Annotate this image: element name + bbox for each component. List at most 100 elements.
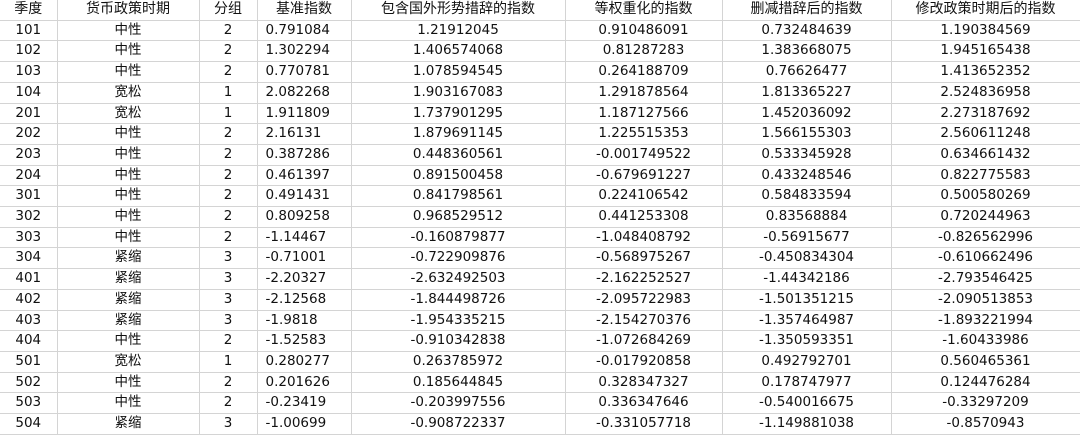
- modified-period-index-cell[interactable]: -2.090513853: [891, 289, 1080, 311]
- equal-weight-index-cell[interactable]: -0.331057718: [565, 413, 723, 435]
- header-cell[interactable]: 分组: [199, 0, 258, 21]
- base-index-cell[interactable]: 0.461397: [257, 165, 352, 187]
- trimmed-wording-index-cell[interactable]: -1.44342186: [722, 268, 892, 290]
- base-index-cell[interactable]: 1.302294: [257, 40, 352, 63]
- quarter-cell[interactable]: 304: [0, 247, 58, 270]
- foreign-wording-index-cell[interactable]: 0.841798561: [351, 185, 566, 208]
- policy-period-cell[interactable]: 紧缩: [57, 247, 200, 270]
- foreign-wording-index-cell[interactable]: 0.448360561: [351, 144, 566, 166]
- policy-period-cell[interactable]: 中性: [57, 392, 200, 415]
- trimmed-wording-index-cell[interactable]: 0.83568884: [722, 206, 892, 228]
- modified-period-index-cell[interactable]: 1.190384569: [891, 20, 1080, 42]
- trimmed-wording-index-cell[interactable]: -0.540016675: [722, 392, 892, 415]
- foreign-wording-index-cell[interactable]: 1.903167083: [351, 82, 566, 104]
- quarter-cell[interactable]: 402: [0, 289, 58, 311]
- base-index-cell[interactable]: 0.791084: [257, 20, 352, 42]
- foreign-wording-index-cell[interactable]: 1.21912045: [351, 20, 566, 42]
- policy-period-cell[interactable]: 中性: [57, 165, 200, 187]
- trimmed-wording-index-cell[interactable]: -1.149881038: [722, 413, 892, 435]
- quarter-cell[interactable]: 501: [0, 351, 58, 373]
- base-index-cell[interactable]: 0.770781: [257, 61, 352, 83]
- equal-weight-index-cell[interactable]: -0.017920858: [565, 351, 723, 373]
- modified-period-index-cell[interactable]: -2.793546425: [891, 268, 1080, 290]
- foreign-wording-index-cell[interactable]: -2.632492503: [351, 268, 566, 290]
- policy-period-cell[interactable]: 中性: [57, 227, 200, 249]
- base-index-cell[interactable]: 1.911809: [257, 103, 352, 125]
- modified-period-index-cell[interactable]: -1.893221994: [891, 310, 1080, 332]
- policy-period-cell[interactable]: 宽松: [57, 82, 200, 104]
- group-cell[interactable]: 1: [199, 103, 258, 125]
- foreign-wording-index-cell[interactable]: 1.078594545: [351, 61, 566, 83]
- equal-weight-index-cell[interactable]: -0.679691227: [565, 165, 723, 187]
- quarter-cell[interactable]: 502: [0, 372, 58, 394]
- base-index-cell[interactable]: -1.9818: [257, 310, 352, 332]
- group-cell[interactable]: 2: [199, 392, 258, 415]
- trimmed-wording-index-cell[interactable]: -1.501351215: [722, 289, 892, 311]
- trimmed-wording-index-cell[interactable]: 0.178747977: [722, 372, 892, 394]
- quarter-cell[interactable]: 104: [0, 82, 58, 104]
- group-cell[interactable]: 1: [199, 351, 258, 373]
- equal-weight-index-cell[interactable]: 0.81287283: [565, 40, 723, 63]
- group-cell[interactable]: 1: [199, 82, 258, 104]
- modified-period-index-cell[interactable]: -0.8570943: [891, 413, 1080, 435]
- quarter-cell[interactable]: 303: [0, 227, 58, 249]
- foreign-wording-index-cell[interactable]: -1.954335215: [351, 310, 566, 332]
- trimmed-wording-index-cell[interactable]: 0.584833594: [722, 185, 892, 208]
- quarter-cell[interactable]: 403: [0, 310, 58, 332]
- group-cell[interactable]: 2: [199, 372, 258, 394]
- equal-weight-index-cell[interactable]: 0.336347646: [565, 392, 723, 415]
- equal-weight-index-cell[interactable]: -2.162252527: [565, 268, 723, 290]
- modified-period-index-cell[interactable]: 2.524836958: [891, 82, 1080, 104]
- base-index-cell[interactable]: 0.280277: [257, 351, 352, 373]
- equal-weight-index-cell[interactable]: 0.910486091: [565, 20, 723, 42]
- trimmed-wording-index-cell[interactable]: 1.452036092: [722, 103, 892, 125]
- header-cell[interactable]: 删减措辞后的指数: [722, 0, 892, 21]
- base-index-cell[interactable]: -1.14467: [257, 227, 352, 249]
- group-cell[interactable]: 2: [199, 185, 258, 208]
- foreign-wording-index-cell[interactable]: 0.891500458: [351, 165, 566, 187]
- equal-weight-index-cell[interactable]: -1.048408792: [565, 227, 723, 249]
- quarter-cell[interactable]: 201: [0, 103, 58, 125]
- group-cell[interactable]: 2: [199, 61, 258, 83]
- group-cell[interactable]: 3: [199, 289, 258, 311]
- base-index-cell[interactable]: 0.387286: [257, 144, 352, 166]
- modified-period-index-cell[interactable]: 0.124476284: [891, 372, 1080, 394]
- foreign-wording-index-cell[interactable]: -0.722909876: [351, 247, 566, 270]
- trimmed-wording-index-cell[interactable]: -0.56915677: [722, 227, 892, 249]
- trimmed-wording-index-cell[interactable]: 0.76626477: [722, 61, 892, 83]
- trimmed-wording-index-cell[interactable]: 1.566155303: [722, 123, 892, 145]
- group-cell[interactable]: 3: [199, 310, 258, 332]
- group-cell[interactable]: 2: [199, 144, 258, 166]
- equal-weight-index-cell[interactable]: -2.095722983: [565, 289, 723, 311]
- policy-period-cell[interactable]: 紧缩: [57, 289, 200, 311]
- quarter-cell[interactable]: 204: [0, 165, 58, 187]
- base-index-cell[interactable]: -1.00699: [257, 413, 352, 435]
- base-index-cell[interactable]: -2.12568: [257, 289, 352, 311]
- quarter-cell[interactable]: 301: [0, 185, 58, 208]
- quarter-cell[interactable]: 504: [0, 413, 58, 435]
- base-index-cell[interactable]: -0.23419: [257, 392, 352, 415]
- base-index-cell[interactable]: -0.71001: [257, 247, 352, 270]
- header-cell[interactable]: 包含国外形势措辞的指数: [351, 0, 566, 21]
- policy-period-cell[interactable]: 紧缩: [57, 413, 200, 435]
- policy-period-cell[interactable]: 宽松: [57, 351, 200, 373]
- equal-weight-index-cell[interactable]: -1.072684269: [565, 330, 723, 352]
- trimmed-wording-index-cell[interactable]: 0.533345928: [722, 144, 892, 166]
- foreign-wording-index-cell[interactable]: -1.844498726: [351, 289, 566, 311]
- header-cell[interactable]: 基准指数: [257, 0, 352, 21]
- base-index-cell[interactable]: 2.16131: [257, 123, 352, 145]
- modified-period-index-cell[interactable]: 2.273187692: [891, 103, 1080, 125]
- trimmed-wording-index-cell[interactable]: -1.357464987: [722, 310, 892, 332]
- group-cell[interactable]: 3: [199, 268, 258, 290]
- equal-weight-index-cell[interactable]: 0.441253308: [565, 206, 723, 228]
- base-index-cell[interactable]: 2.082268: [257, 82, 352, 104]
- foreign-wording-index-cell[interactable]: -0.160879877: [351, 227, 566, 249]
- quarter-cell[interactable]: 103: [0, 61, 58, 83]
- modified-period-index-cell[interactable]: -0.826562996: [891, 227, 1080, 249]
- group-cell[interactable]: 3: [199, 413, 258, 435]
- trimmed-wording-index-cell[interactable]: 1.383668075: [722, 40, 892, 63]
- modified-period-index-cell[interactable]: 1.945165438: [891, 40, 1080, 63]
- modified-period-index-cell[interactable]: -0.610662496: [891, 247, 1080, 270]
- header-cell[interactable]: 修改政策时期后的指数: [891, 0, 1080, 21]
- group-cell[interactable]: 2: [199, 40, 258, 63]
